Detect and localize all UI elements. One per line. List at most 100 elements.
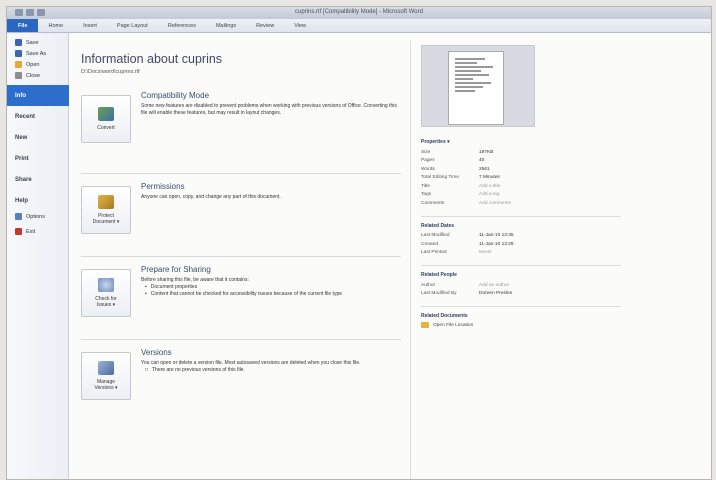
title-field[interactable]: Add a title [479,184,500,189]
author-field[interactable]: Add an author [479,283,509,288]
document-thumbnail [421,45,535,127]
close-command[interactable]: Close [7,70,68,81]
table-row: Size 197KB [421,148,621,157]
title-bar: cuprins.rtf [Compatibility Mode] - Micro… [7,7,711,19]
table-row: Tags Add a tag [421,191,621,200]
table-row: Comments Add comments [421,199,621,208]
properties-heading[interactable]: Properties ▾ [421,139,621,145]
check-for-issues-button[interactable]: Check for Issues ▾ [81,269,131,317]
tab-page-layout[interactable]: Page Layout [107,19,158,32]
table-row: Last Printed Never [421,249,621,258]
prop-key: Comments [421,200,445,206]
save-label: Save [26,39,39,46]
list-item: □ There are no previous versions of this … [145,367,401,374]
column-divider [410,41,411,479]
manage-line2: Versions ▾ [94,385,118,391]
word-window: cuprins.rtf [Compatibility Mode] - Micro… [6,6,712,480]
close-label: Close [26,72,41,79]
file-path: D:\Docs\word\cuprins.rtf [81,69,140,75]
nav-tab-info[interactable]: Info [7,85,74,106]
folder-icon [421,322,429,328]
prop-key: Last Modified [421,233,450,239]
permissions-section: Protect Document ▾ Permissions Anyone ca… [81,173,401,248]
permissions-desc: Anyone can open, copy, and change any pa… [141,194,281,200]
exit-icon [15,228,22,235]
page-title: Information about cuprins [81,52,223,66]
tab-insert[interactable]: Insert [73,19,107,32]
lock-icon [98,195,114,209]
nav-tab-new[interactable]: New [7,127,68,148]
inspect-icon [98,278,114,292]
document-icon: □ [145,366,149,373]
prop-key: Size [421,149,431,155]
prop-key: Pages [421,158,435,164]
prop-value: 11-Jan-10 13:35 [479,233,514,239]
nav-tab-share[interactable]: Share [7,169,68,190]
prop-key: Total Editing Time [421,175,459,181]
save-command[interactable]: Save [7,37,68,48]
table-row: Last Modified By Doreen Preslen [421,290,621,299]
prop-value: 40 [479,158,485,164]
sharing-section: Check for Issues ▾ Prepare for Sharing B… [81,256,401,331]
prop-value: 11-Jan-10 13:29 [479,241,514,247]
save-icon [15,39,22,46]
table-row: Total Editing Time 7 Minutes [421,174,621,183]
exit-label: Exit [26,228,36,235]
tab-view[interactable]: View [284,19,316,32]
options-command[interactable]: Options [7,211,68,222]
protect-document-button[interactable]: Protect Document ▾ [81,186,131,234]
open-command[interactable]: Open [7,59,68,70]
sharing-bullet-2: Content that cannot be checked for acces… [150,290,342,297]
nav-tab-recent[interactable]: Recent [7,106,68,127]
prop-value: 7 Minutes [479,175,500,181]
related-people-heading: Related People [421,265,621,278]
tab-home[interactable]: Home [38,19,73,32]
compatibility-section: Convert Compatibility Mode Some new feat… [81,83,401,165]
related-dates-heading: Related Dates [421,215,621,229]
bullet-icon: ▪ [145,290,147,297]
properties-panel: Properties ▾ Size 197KB Pages 40 Words 2561… [421,33,621,328]
table-row: Last Modified 11-Jan-10 13:35 [421,232,621,241]
open-folder-icon [15,61,22,68]
ribbon-tabs: File Home Insert Page Layout References … [7,19,711,33]
exit-command[interactable]: Exit [7,226,68,237]
versions-icon [98,361,114,375]
save-as-command[interactable]: Save As [7,48,68,59]
table-row: Created 11-Jan-10 13:29 [421,240,621,249]
compat-title: Compatibility Mode [141,91,210,100]
prop-value: Doreen Preslen [479,291,513,297]
versions-title: Versions [141,348,172,357]
open-file-location-link[interactable]: Open File Location [421,322,621,328]
tab-file[interactable]: File [7,19,39,32]
tab-references[interactable]: References [158,19,206,32]
nav-tab-print[interactable]: Print [7,148,68,169]
prop-key: Title [421,183,430,189]
tags-field[interactable]: Add a tag [479,192,500,197]
options-label: Options [26,213,45,220]
prop-key: Tags [421,192,432,198]
prop-value: 197KB [479,149,494,155]
check-line2: Issues ▾ [96,302,116,308]
nav-tab-help[interactable]: Help [7,190,68,211]
convert-button-label: Convert [97,125,115,131]
versions-note: There are no previous versions of this f… [152,366,245,373]
versions-desc: You can open or delete a version file. M… [141,360,361,366]
tab-review[interactable]: Review [246,19,284,32]
prop-value: Never [479,250,492,256]
sharing-desc: Before sharing this file, be aware that … [141,277,249,283]
open-file-location-label: Open File Location [433,322,474,328]
sharing-bullet-1: Document properties [150,283,198,290]
table-row: Title Add a title [421,182,621,191]
comments-field[interactable]: Add comments [479,201,511,206]
list-item: ▪ Document properties [145,284,401,291]
sharing-title: Prepare for Sharing [141,265,211,274]
table-row: Words 2561 [421,165,621,174]
list-item: ▪ Content that cannot be checked for acce… [145,291,401,298]
table-row: Pages 40 [421,157,621,166]
window-title: cuprins.rtf [Compatibility Mode] - Micro… [295,9,423,15]
manage-versions-button[interactable]: Manage Versions ▾ [81,352,131,400]
convert-icon [98,107,114,121]
table-row: Author Add an author [421,281,621,290]
tab-mailings[interactable]: Mailings [206,19,246,32]
convert-button[interactable]: Convert [81,95,131,143]
